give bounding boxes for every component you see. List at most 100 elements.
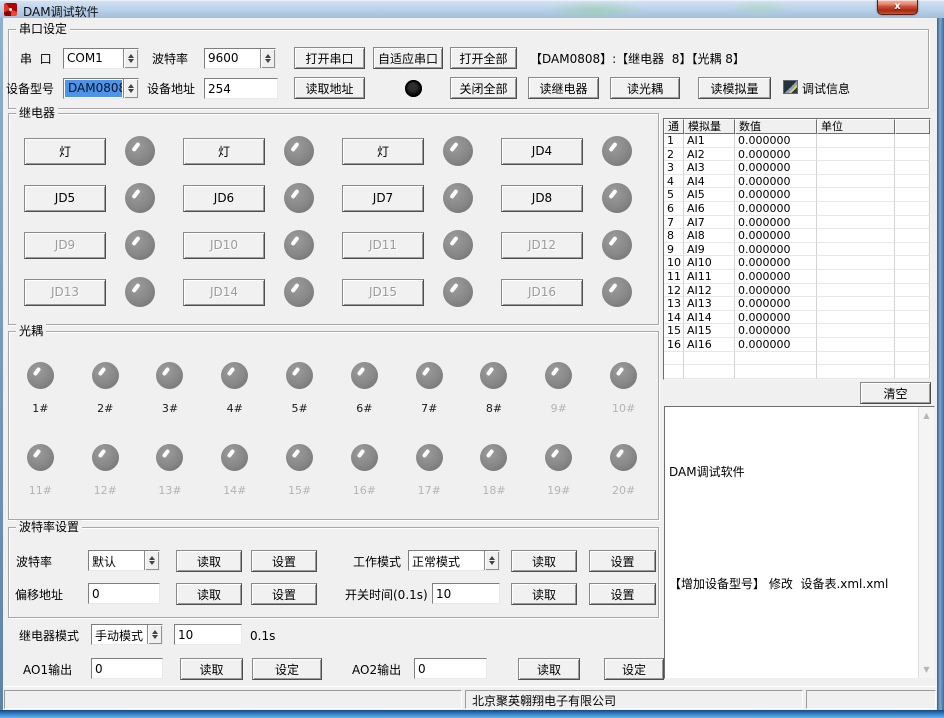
scroll-down-icon[interactable]: ▼	[919, 662, 934, 677]
table-row[interactable]: 5 AI5 0.000000	[664, 188, 930, 202]
relay-button[interactable]: JD7	[342, 185, 424, 212]
baud-set-button[interactable]: 设置	[251, 550, 317, 572]
device-address-input[interactable]	[204, 78, 278, 99]
relay-button[interactable]: JD4	[501, 138, 583, 165]
baud-label: 波特率	[152, 52, 188, 66]
auto-port-button[interactable]: 自适应串口	[373, 47, 443, 69]
header-unit[interactable]: 单位	[817, 119, 895, 134]
table-row[interactable]: 1 AI1 0.000000	[664, 134, 930, 148]
cell-extra	[895, 229, 930, 243]
switch-read-button[interactable]: 读取	[511, 583, 577, 605]
workmode-combobox[interactable]: 正常模式	[408, 550, 500, 571]
relay-mode-combobox[interactable]: 手动模式	[91, 624, 163, 645]
switch-set-button[interactable]: 设置	[589, 583, 656, 605]
cell-value: 0.000000	[735, 243, 817, 257]
table-row[interactable]: 9 AI9 0.000000	[664, 243, 930, 257]
relay-button[interactable]: 灯	[342, 138, 424, 165]
offset-set-button[interactable]: 设置	[251, 583, 317, 605]
ao1-read-button[interactable]: 读取	[180, 658, 243, 680]
relay-button[interactable]: JD9	[24, 232, 106, 259]
spinner-icon[interactable]	[147, 625, 162, 644]
relay-button[interactable]: JD10	[183, 232, 265, 259]
header-analog[interactable]: 模拟量	[684, 119, 735, 134]
scroll-up-icon[interactable]: ▲	[919, 408, 934, 423]
table-row[interactable]: 4 AI4 0.000000	[664, 175, 930, 189]
table-row[interactable]: 8 AI8 0.000000	[664, 229, 930, 243]
relay-button[interactable]: JD12	[501, 232, 583, 259]
cell-name: AI16	[684, 338, 735, 352]
baud-read-button[interactable]: 读取	[176, 550, 242, 572]
table-row[interactable]: 16 AI16 0.000000	[664, 338, 930, 352]
close-all-button[interactable]: 关闭全部	[450, 77, 517, 99]
read-relay-button[interactable]: 读继电器	[528, 77, 599, 99]
spinner-icon[interactable]	[123, 49, 138, 68]
table-row[interactable]: 15 AI15 0.000000	[664, 324, 930, 338]
header-extra[interactable]	[895, 119, 930, 134]
ao1-set-button[interactable]: 设定	[252, 658, 322, 680]
baud-combobox[interactable]: 9600	[204, 48, 276, 69]
table-row[interactable]	[664, 365, 930, 379]
table-row[interactable]: 7 AI7 0.000000	[664, 216, 930, 230]
ao2-read-button[interactable]: 读取	[518, 658, 580, 680]
window-border-bottom	[0, 710, 944, 718]
table-row[interactable]: 13 AI13 0.000000	[664, 297, 930, 311]
cell-name: AI8	[684, 229, 735, 243]
table-row[interactable]: 10 AI10 0.000000	[664, 256, 930, 270]
table-row[interactable]: 11 AI11 0.000000	[664, 270, 930, 284]
relay-button[interactable]: JD5	[24, 185, 106, 212]
header-value[interactable]: 数值	[735, 119, 817, 134]
offset-read-button[interactable]: 读取	[176, 583, 242, 605]
table-row[interactable]: 6 AI6 0.000000	[664, 202, 930, 216]
cell-channel: 3	[664, 161, 684, 175]
workmode-set-button[interactable]: 设置	[589, 550, 656, 572]
device-model-combobox[interactable]: DAM0808	[63, 78, 139, 99]
cell-name: AI2	[684, 148, 735, 162]
info-scrollbar[interactable]: ▲ ▼	[918, 407, 934, 678]
read-opto-button[interactable]: 读光耦	[610, 77, 680, 99]
spinner-icon[interactable]	[484, 551, 499, 570]
cell-extra	[895, 134, 930, 148]
table-row[interactable]: 3 AI3 0.000000	[664, 161, 930, 175]
cell-channel: 5	[664, 188, 684, 202]
ao1-input[interactable]	[91, 658, 163, 679]
relay-button[interactable]: JD11	[342, 232, 424, 259]
relay-button[interactable]: JD8	[501, 185, 583, 212]
baud-setting-combobox[interactable]: 默认	[88, 550, 160, 571]
table-row[interactable]: 2 AI2 0.000000	[664, 148, 930, 162]
close-button[interactable]: x	[877, 0, 918, 15]
relay-button[interactable]: 灯	[183, 138, 265, 165]
relay-button[interactable]: JD15	[342, 279, 424, 306]
baud-setting-value: 默认	[89, 551, 144, 570]
ao2-set-button[interactable]: 设定	[604, 658, 664, 680]
relay-button[interactable]: JD13	[24, 279, 106, 306]
table-row[interactable]: 12 AI12 0.000000	[664, 284, 930, 298]
relay-button[interactable]: 灯	[24, 138, 106, 165]
spinner-icon[interactable]	[260, 49, 275, 68]
read-analog-button[interactable]: 读模拟量	[698, 77, 771, 99]
relay-led-icon	[125, 136, 155, 166]
table-row[interactable]: 14 AI14 0.000000	[664, 311, 930, 325]
cell-channel: 8	[664, 229, 684, 243]
relay-cell: 灯	[175, 137, 334, 165]
relay-time-input[interactable]	[174, 624, 242, 645]
switch-time-input[interactable]	[432, 583, 500, 604]
header-channel[interactable]: 通	[664, 119, 684, 134]
spinner-icon[interactable]	[123, 79, 138, 98]
relay-button[interactable]: JD16	[501, 279, 583, 306]
ao2-input[interactable]	[414, 658, 487, 679]
open-port-button[interactable]: 打开串口	[294, 47, 365, 69]
spinner-icon[interactable]	[144, 551, 159, 570]
cell-name: AI9	[684, 243, 735, 257]
offset-address-input[interactable]	[88, 583, 160, 604]
relay-button[interactable]: JD14	[183, 279, 265, 306]
close-icon: x	[894, 2, 900, 12]
debug-info-icon[interactable]	[783, 80, 798, 94]
open-all-button[interactable]: 打开全部	[450, 47, 517, 69]
table-row[interactable]	[664, 352, 930, 366]
relay-cell: 灯	[334, 137, 493, 165]
relay-button[interactable]: JD6	[183, 185, 265, 212]
workmode-read-button[interactable]: 读取	[511, 550, 577, 572]
com-port-combobox[interactable]: COM1	[63, 48, 139, 69]
clear-button[interactable]: 清空	[860, 382, 931, 404]
read-address-button[interactable]: 读取地址	[294, 77, 365, 99]
